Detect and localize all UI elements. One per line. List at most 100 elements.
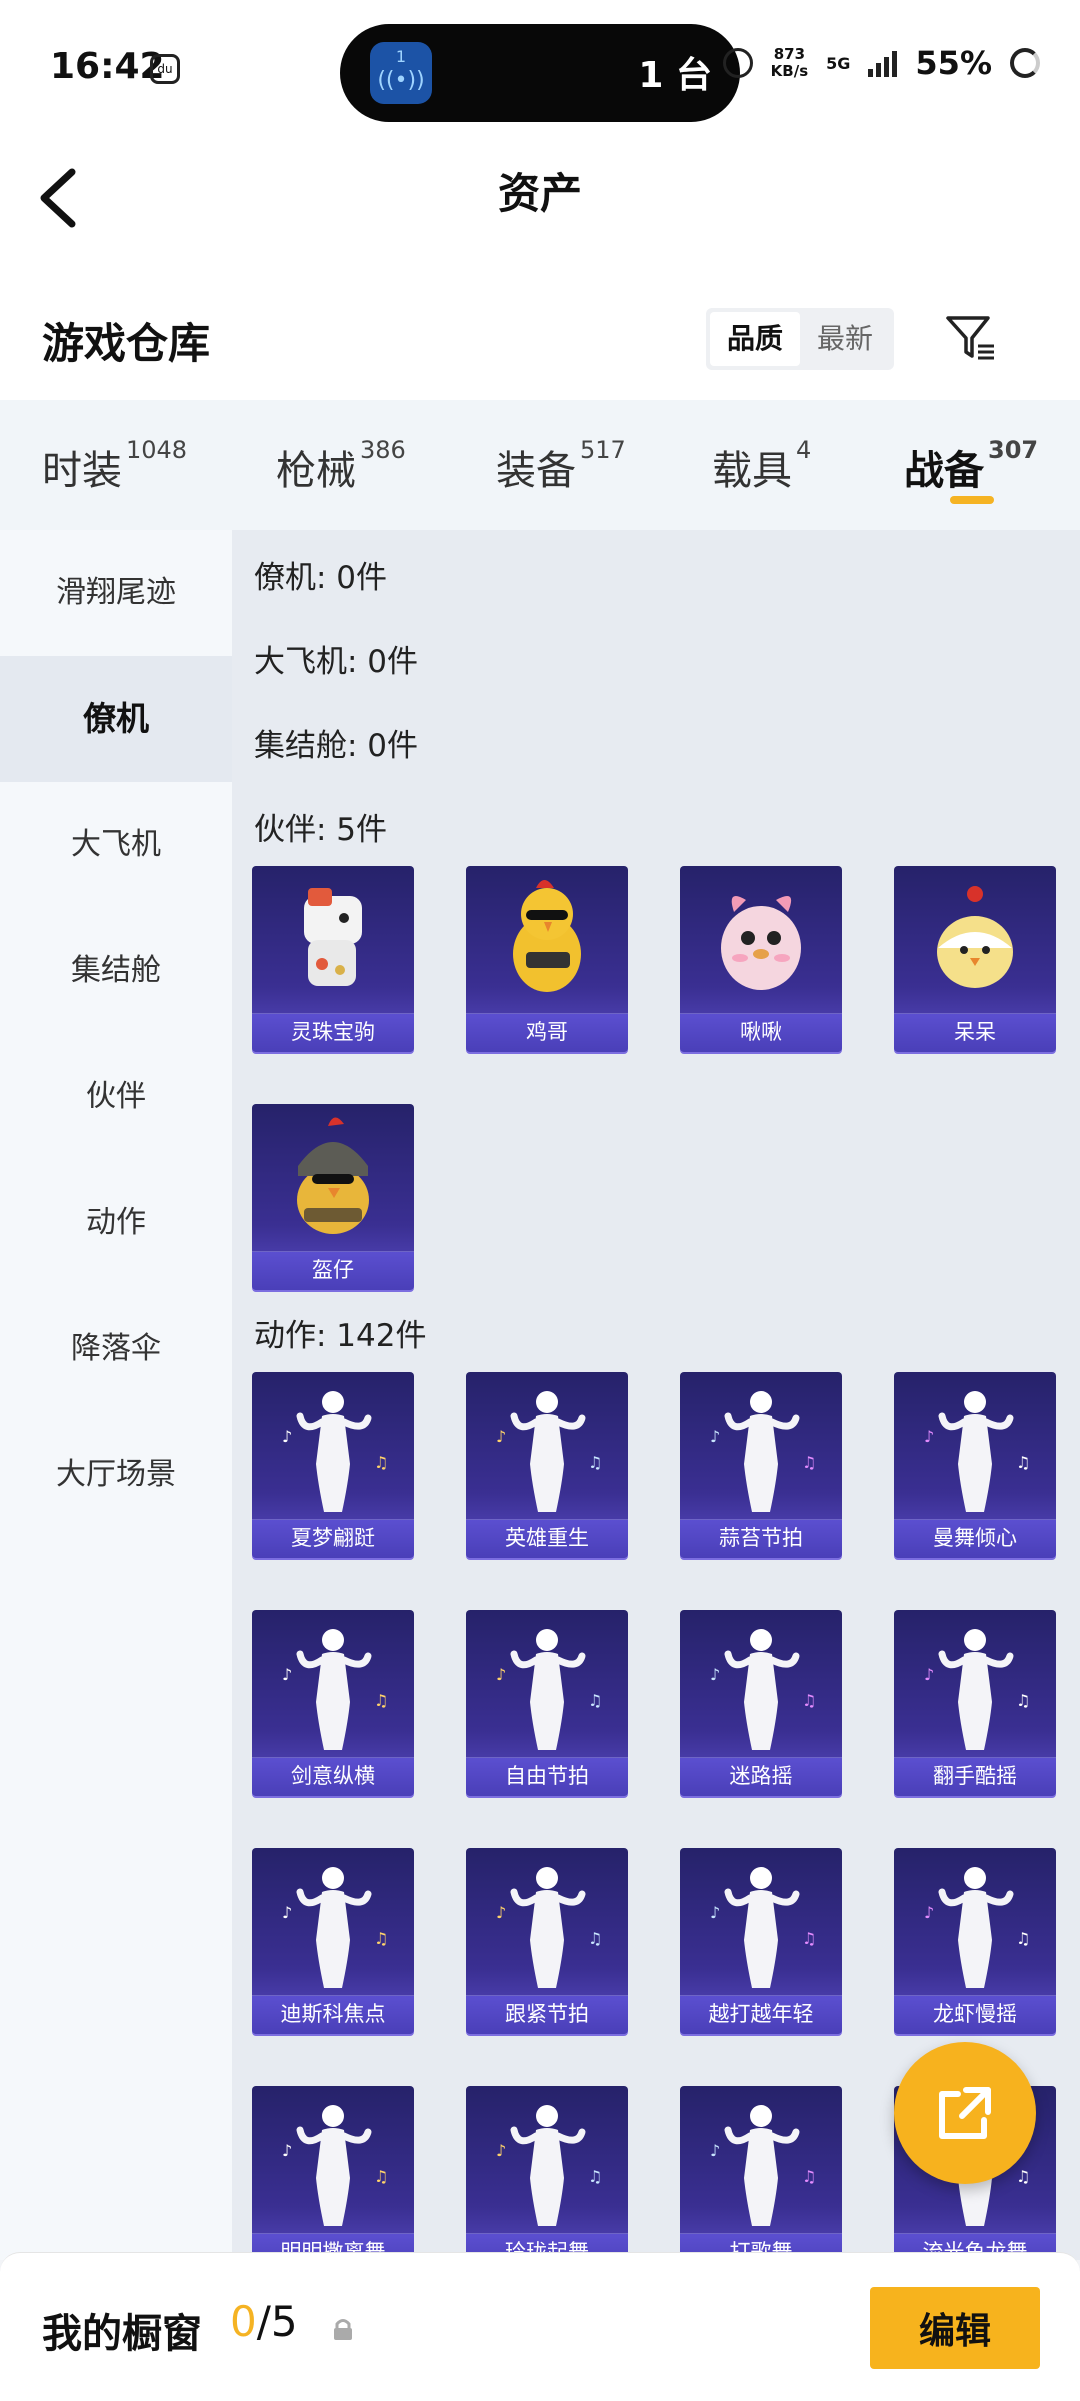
sidebar-item-parachute[interactable]: 降落伞 — [0, 1286, 232, 1412]
dynamic-island[interactable]: 1 ((•)) 1 台 — [340, 24, 740, 122]
showcase-bar: 我的橱窗 0/5 编辑 — [0, 2252, 1080, 2401]
section-rally-pod: 集结舱: 0件 — [254, 728, 419, 764]
sidebar-item-glide-trail[interactable]: 滑翔尾迹 — [0, 530, 232, 656]
action-card[interactable]: ♪ ♫ 龙虾慢摇 — [894, 1848, 1056, 2034]
action-card[interactable]: ♪ ♫ 迷路摇 — [680, 1610, 842, 1796]
svg-text:♫: ♫ — [588, 1929, 602, 1948]
svg-text:♪: ♪ — [924, 1665, 934, 1684]
battery-text: 55% — [915, 44, 992, 82]
action-card[interactable]: ♪ ♫ 剑意纵横 — [252, 1610, 414, 1796]
dance-figure-icon: ♪♫ — [282, 1629, 388, 1750]
island-count: 1 台 — [638, 55, 712, 96]
tab-vehicles[interactable]: 载具 4 — [712, 436, 811, 496]
action-name: 迪斯科焦点 — [252, 1995, 414, 2034]
tab-war-prep[interactable]: 战备 307 — [904, 436, 1038, 496]
sidebar-item-partner[interactable]: 伙伴 — [0, 1034, 232, 1160]
dance-figure-icon: ♪♫ — [710, 1867, 816, 1988]
sort-newest-button[interactable]: 最新 — [800, 312, 890, 366]
dance-figure-icon: ♪♫ — [710, 1629, 816, 1750]
svg-text:♫: ♫ — [802, 2167, 816, 2186]
svg-text:♪: ♪ — [496, 1427, 506, 1446]
sidebar-item-rally-pod[interactable]: 集结舱 — [0, 908, 232, 1034]
svg-text:♫: ♫ — [588, 1691, 602, 1710]
svg-text:♪: ♪ — [496, 2141, 506, 2160]
action-card[interactable]: ♪ ♫ 跟紧节拍 — [466, 1848, 628, 2034]
partner-card[interactable]: 啾啾 — [680, 866, 842, 1052]
dance-figure-icon: ♪♫ — [496, 1867, 602, 1988]
section-partners: 伙伴: 5件 — [254, 812, 388, 848]
nav-header: 资产 — [0, 140, 1080, 260]
action-card[interactable]: ♪ ♫ 翻手酷摇 — [894, 1610, 1056, 1796]
filter-icon[interactable] — [942, 310, 998, 366]
action-card[interactable]: ♪ ♫ 自由节拍 — [466, 1610, 628, 1796]
action-card[interactable]: ♪ ♫ 曼舞倾心 — [894, 1372, 1056, 1558]
content-panel: 僚机: 0件 大飞机: 0件 集结舱: 0件 伙伴: 5件 灵珠宝驹 鸡哥 啾啾 — [232, 530, 1080, 2260]
svg-text:♫: ♫ — [1016, 1929, 1030, 1948]
action-name: 迷路摇 — [680, 1757, 842, 1796]
share-button[interactable] — [894, 2042, 1036, 2184]
lock-icon — [334, 2319, 352, 2340]
action-card[interactable]: ♪ ♫ 明明撒离舞 — [252, 2086, 414, 2260]
category-tabs: 时装 1048 枪械 386 装备 517 载具 4 战备 307 — [0, 400, 1080, 530]
sidebar: 滑翔尾迹 僚机 大飞机 集结舱 伙伴 动作 降落伞 大厅场景 — [0, 530, 232, 2260]
dance-figure-icon: ♪♫ — [496, 1391, 602, 1512]
svg-text:♫: ♫ — [1016, 2167, 1030, 2186]
svg-text:♪: ♪ — [282, 1903, 292, 1922]
sidebar-item-big-plane[interactable]: 大飞机 — [0, 782, 232, 908]
showcase-title: 我的橱窗 — [42, 2311, 202, 2357]
dance-figure-icon: ♪♫ — [924, 1867, 1030, 1988]
svg-text:♪: ♪ — [710, 2141, 720, 2160]
partner-card[interactable]: 呆呆 — [894, 866, 1056, 1052]
alarm-icon — [722, 48, 753, 78]
svg-text:♫: ♫ — [374, 1691, 388, 1710]
action-name: 蒜苔节拍 — [680, 1519, 842, 1558]
partner-card[interactable]: 盔仔 — [252, 1104, 414, 1290]
chicken-bro-icon — [513, 880, 581, 992]
action-name: 剑意纵横 — [252, 1757, 414, 1796]
action-card[interactable]: ♪ ♫ 玲珑起舞 — [466, 2086, 628, 2260]
action-card[interactable]: ♪ ♫ 蒜苔节拍 — [680, 1372, 842, 1558]
svg-text:♪: ♪ — [924, 1427, 934, 1446]
action-card[interactable]: ♪ ♫ 迪斯科焦点 — [252, 1848, 414, 2034]
sidebar-item-lobby-scene[interactable]: 大厅场景 — [0, 1412, 232, 1538]
lingzhu-baoju-icon — [304, 888, 362, 986]
section-big-plane: 大飞机: 0件 — [254, 644, 419, 680]
edit-button[interactable]: 编辑 — [870, 2287, 1040, 2369]
sidebar-item-action[interactable]: 动作 — [0, 1160, 232, 1286]
dance-figure-icon: ♪♫ — [496, 2105, 602, 2226]
action-card[interactable]: ♪ ♫ 打歌舞 — [680, 2086, 842, 2260]
svg-text:♪: ♪ — [496, 1665, 506, 1684]
tab-equipment[interactable]: 装备 517 — [496, 436, 626, 496]
action-name: 曼舞倾心 — [894, 1519, 1056, 1558]
dance-figure-icon: ♪♫ — [924, 1391, 1030, 1512]
dance-figure-icon: ♪♫ — [710, 1391, 816, 1512]
svg-text:♪: ♪ — [282, 1665, 292, 1684]
warehouse-bar: 游戏仓库 品质 最新 — [0, 260, 1080, 400]
sidebar-item-wingman[interactable]: 僚机 — [0, 656, 232, 782]
action-name: 龙虾慢摇 — [894, 1995, 1056, 2034]
action-card[interactable]: ♪ ♫ 夏梦翩跹 — [252, 1372, 414, 1558]
svg-text:♫: ♫ — [802, 1691, 816, 1710]
svg-text:♪: ♪ — [282, 1427, 292, 1446]
action-card[interactable]: ♪ ♫ 英雄重生 — [466, 1372, 628, 1558]
broadcast-icon: 1 ((•)) — [370, 42, 432, 104]
daidai-icon — [937, 886, 1013, 988]
jiujiu-icon — [721, 896, 801, 990]
action-name: 翻手酷摇 — [894, 1757, 1056, 1796]
svg-text:♫: ♫ — [374, 2167, 388, 2186]
action-name: 自由节拍 — [466, 1757, 628, 1796]
svg-text:♫: ♫ — [1016, 1453, 1030, 1472]
net-speed: 873 KB/s — [770, 45, 809, 80]
sort-quality-button[interactable]: 品质 — [710, 312, 800, 366]
dance-figure-icon: ♪♫ — [924, 1629, 1030, 1750]
partner-card[interactable]: 灵珠宝驹 — [252, 866, 414, 1052]
dance-figure-icon: ♪♫ — [710, 2105, 816, 2226]
action-card[interactable]: ♪ ♫ 越打越年轻 — [680, 1848, 842, 2034]
tab-guns[interactable]: 枪械 386 — [276, 436, 406, 496]
svg-text:♫: ♫ — [802, 1929, 816, 1948]
tab-fashion[interactable]: 时装 1048 — [42, 436, 187, 496]
partner-card[interactable]: 鸡哥 — [466, 866, 628, 1052]
svg-text:♪: ♪ — [710, 1665, 720, 1684]
status-indicators: 873 KB/s 5G 55% — [722, 44, 1040, 82]
signal-icon — [868, 49, 898, 77]
